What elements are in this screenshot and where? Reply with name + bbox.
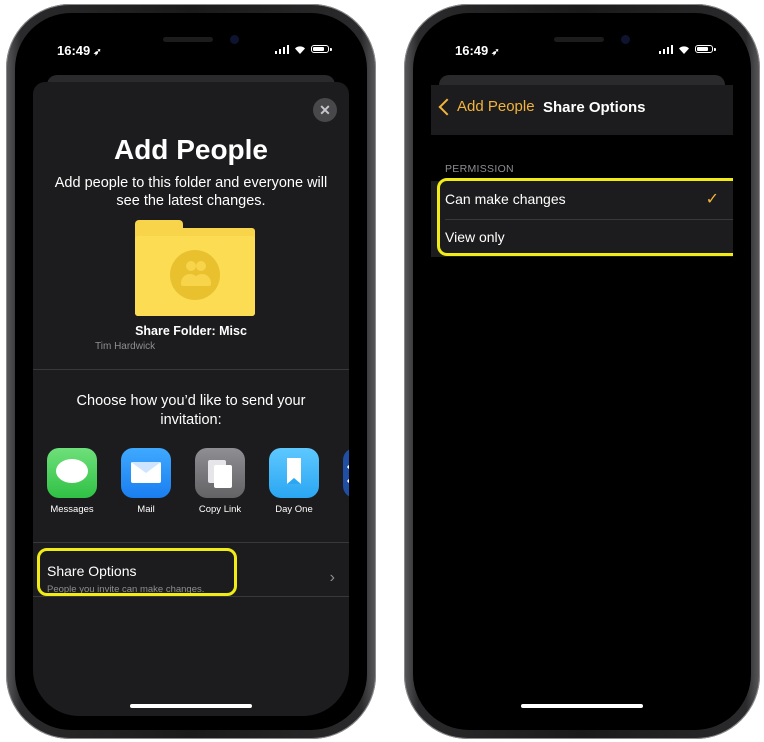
divider [33, 596, 349, 597]
close-button[interactable]: ✕ [313, 98, 337, 122]
app-messages[interactable]: Messages [47, 448, 109, 515]
right-phone: 16:49 ➶ Add People Share Options PERMISSI… [404, 4, 760, 739]
messages-icon[interactable] [47, 448, 97, 498]
phone-bezel: 16:49 ➶ Add People Share Options PERMISSI… [413, 13, 751, 730]
mail-icon[interactable] [121, 448, 171, 498]
location-icon: ➶ [491, 47, 500, 58]
status-time: 16:49 ➶ [57, 43, 102, 58]
nav-title: Share Options [543, 99, 646, 116]
divider [33, 369, 349, 370]
shared-folder-icon [135, 220, 255, 316]
people-icon [170, 250, 220, 300]
back-button[interactable]: Add People [438, 98, 535, 115]
status-bar: 16:49 ➶ [431, 27, 733, 71]
add-people-sheet: ✕ Add People Add people to this folder a… [33, 82, 349, 716]
app-day-one[interactable]: Day One [257, 448, 331, 515]
right-screen: 16:49 ➶ Add People Share Options PERMISSI… [431, 27, 733, 716]
home-indicator[interactable] [521, 704, 643, 708]
back-label[interactable]: Add People [457, 98, 535, 115]
day-one-icon[interactable] [269, 448, 319, 498]
app-label: D [331, 504, 349, 515]
left-screen: 16:49 ➶ ✕ Add People Add people to this f… [33, 27, 349, 716]
choose-invite-text: Choose how you’d like to send your invit… [76, 393, 306, 428]
wifi-icon [295, 45, 305, 54]
folder-owner: Tim Hardwick [95, 341, 156, 352]
wifi-icon [679, 45, 689, 54]
chevron-left-icon[interactable] [438, 98, 456, 115]
status-time: 16:49 ➶ [455, 43, 500, 58]
home-indicator[interactable] [130, 704, 252, 708]
phone-bezel: 16:49 ➶ ✕ Add People Add people to this f… [15, 13, 367, 730]
status-bar: 16:49 ➶ [33, 27, 349, 71]
highlight-box [437, 178, 733, 256]
share-app-row: Messages Mail Copy Link Day One [47, 448, 349, 518]
app-label: Copy Link [198, 504, 242, 515]
page-title: Add People [113, 134, 268, 165]
copy-link-icon[interactable] [195, 448, 245, 498]
chevron-right-icon: › [329, 569, 335, 586]
divider [33, 542, 349, 543]
app-label: Day One [275, 504, 313, 515]
close-icon[interactable]: ✕ [319, 102, 331, 119]
app-label: Mail [137, 504, 155, 515]
app-label: Messages [50, 504, 94, 515]
highlight-box [37, 548, 237, 596]
battery-icon [311, 45, 332, 53]
signal-icon [658, 44, 673, 54]
section-header: PERMISSION [445, 163, 514, 175]
folder-name: Share Folder: Misc [135, 324, 247, 338]
nav-bar: Add People Share Options [431, 85, 733, 135]
page-subtitle: Add people to this folder and everyone w… [54, 175, 328, 209]
battery-icon [695, 45, 716, 53]
app-dropbox[interactable]: D [331, 448, 349, 515]
app-mail[interactable]: Mail [109, 448, 183, 515]
left-phone: 16:49 ➶ ✕ Add People Add people to this f… [6, 4, 376, 739]
location-icon: ➶ [93, 47, 102, 58]
signal-icon [274, 44, 289, 54]
dropbox-icon[interactable] [343, 448, 349, 498]
app-copy-link[interactable]: Copy Link [183, 448, 257, 515]
